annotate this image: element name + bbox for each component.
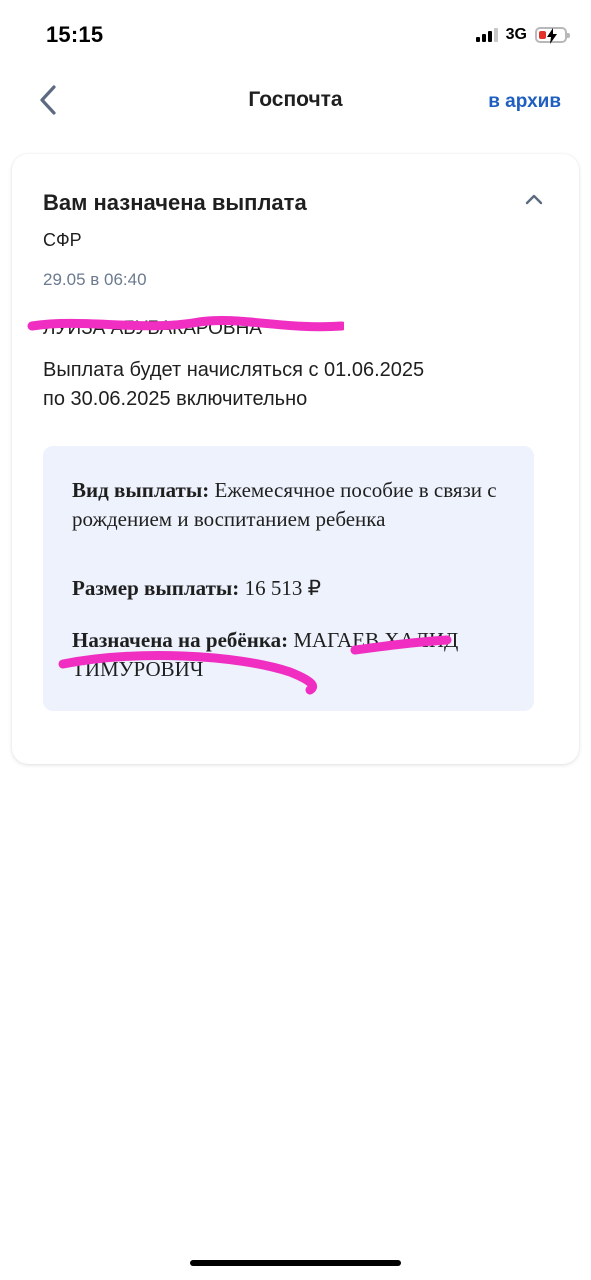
message-title: Вам назначена выплата (43, 190, 307, 215)
payment-period-line2: по 30.06.2025 включительно (43, 388, 308, 410)
payment-type-label: Вид выплаты: (72, 478, 210, 502)
network-type: 3G (505, 26, 527, 43)
cellular-signal-icon (475, 28, 498, 42)
payment-type: Вид выплаты: Ежемесячное пособие в связи… (72, 476, 512, 534)
payment-period: Выплата будет начисляться с 01.06.2025 п… (43, 356, 523, 414)
payment-amount: Размер выплаты: 16 513 ₽ (72, 576, 321, 601)
payment-amount-value: 16 513 ₽ (244, 576, 321, 600)
home-indicator[interactable] (190, 1260, 401, 1266)
status-time: 15:15 (46, 22, 104, 47)
charging-bolt-icon (547, 28, 557, 44)
chevron-up-icon (525, 194, 543, 205)
payment-child-label: Назначена на ребёнка: (72, 628, 289, 652)
recipient-name: ЛУИЗА АБУБАКАРОВНА (43, 318, 262, 339)
status-icons: 3G (475, 24, 570, 46)
message-datetime: 29.05 в 06:40 (43, 270, 147, 289)
payment-details-box: Вид выплаты: Ежемесячное пособие в связи… (43, 446, 534, 711)
collapse-button[interactable] (523, 190, 545, 208)
payment-amount-label: Размер выплаты: (72, 576, 240, 600)
message-sender: СФР (43, 230, 82, 250)
battery-icon (535, 27, 570, 44)
message-card: Вам назначена выплата СФР 29.05 в 06:40 … (12, 154, 579, 764)
payment-period-line1: Выплата будет начисляться с 01.06.2025 (43, 359, 425, 381)
payment-child: Назначена на ребёнка: МАГАЕВ ХАЛИД ТИМУР… (72, 626, 512, 684)
archive-button[interactable]: в архив (488, 91, 561, 113)
